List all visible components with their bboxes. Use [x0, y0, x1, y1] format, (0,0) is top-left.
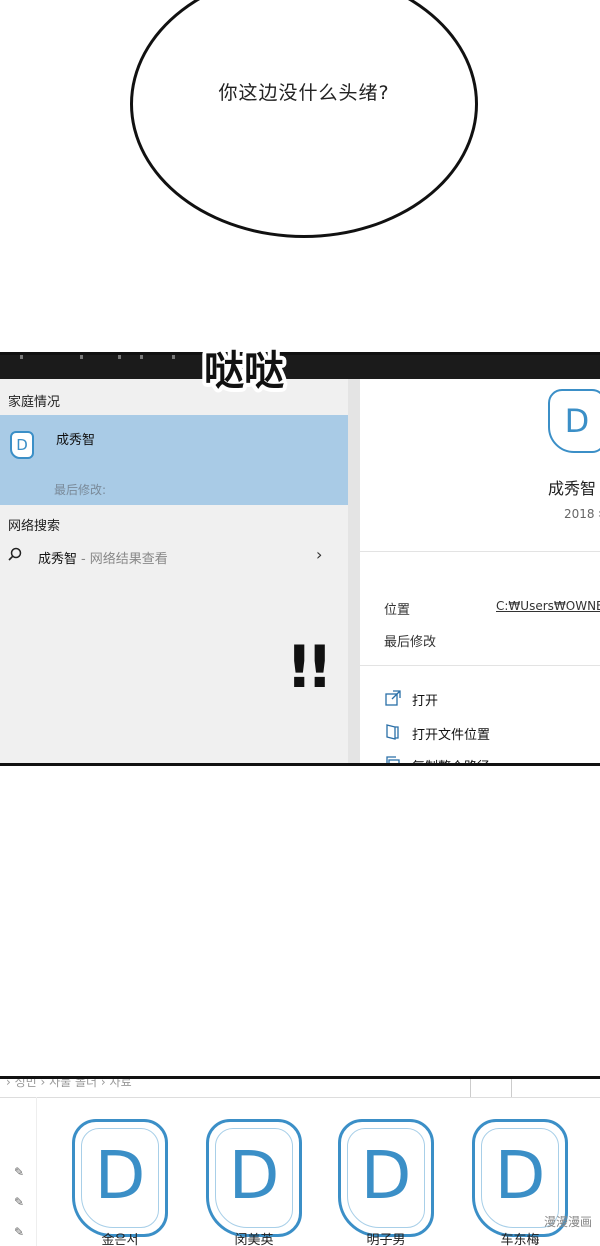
- sfx-tapping-text: 哒哒 哒哒: [200, 344, 288, 398]
- file-icon-d[interactable]: D: [72, 1119, 168, 1237]
- open-action[interactable]: 打开: [384, 689, 584, 709]
- exclamation-sfx: !!: [286, 633, 333, 701]
- copy-path-action[interactable]: 复制整个路径: [384, 755, 584, 763]
- refresh-button[interactable]: [470, 1079, 512, 1097]
- document-d-icon: D: [10, 431, 34, 459]
- search-results-panel: 家庭情况 D 成秀智 最后修改: 网络搜索 成秀智 - 网络结果查看 › !! D …: [0, 352, 600, 766]
- modified-label: 最后修改: [384, 635, 437, 650]
- file-explorer-panel: › 성민 › 사물 폴더 › 자료 ✎ ✎ ✎ D 金은서 D 闵美英 D 明子…: [0, 1076, 600, 1246]
- address-path: › 성민 › 사물 폴더 › 자료: [6, 1076, 132, 1089]
- pin-icon[interactable]: ✎: [14, 1225, 28, 1239]
- open-location-label: 打开文件位置: [412, 728, 491, 743]
- chevron-right-icon[interactable]: ›: [316, 545, 322, 564]
- location-path-link[interactable]: C:₩Users₩OWNE: [496, 599, 600, 613]
- file-label: 明子男: [366, 1233, 406, 1246]
- section-header-family: 家庭情况: [8, 395, 61, 410]
- web-result-separator: -: [81, 552, 86, 567]
- folder-open-icon: [386, 724, 399, 740]
- detail-name: 成秀智: [548, 479, 597, 498]
- file-label: 金은서: [101, 1233, 139, 1246]
- svg-text:哒哒: 哒哒: [204, 348, 284, 394]
- quick-access-nav: ✎ ✎ ✎: [0, 1097, 37, 1246]
- results-list: 家庭情况 D 成秀智 最后修改: 网络搜索 成秀智 - 网络结果查看 › !!: [0, 379, 348, 763]
- web-result-desc: 网络结果查看: [89, 552, 168, 567]
- best-match-name: 成秀智: [56, 433, 96, 448]
- web-search-result[interactable]: 成秀智 - 网络结果查看 ›: [0, 543, 348, 571]
- bubble-text: 你这边没什么头绪?: [218, 82, 390, 104]
- best-match-item[interactable]: D 成秀智 最后修改:: [0, 415, 348, 505]
- file-label: 车东梅: [500, 1233, 540, 1246]
- pin-icon[interactable]: ✎: [14, 1165, 28, 1179]
- file-icon-d[interactable]: D: [338, 1119, 434, 1237]
- best-match-modified: 最后修改:: [54, 483, 107, 497]
- detail-date: 2018 年: [564, 507, 600, 521]
- open-icon: [385, 690, 401, 706]
- open-action-label: 打开: [412, 694, 439, 709]
- document-d-icon-large: D: [548, 389, 600, 453]
- copy-path-label: 复制整个路径: [412, 756, 490, 763]
- copy-icon: [386, 756, 400, 763]
- watermark: 漫漫漫画: [543, 1215, 592, 1229]
- file-label: 闵美英: [234, 1233, 274, 1246]
- web-result-name: 成秀智: [38, 552, 78, 567]
- address-bar[interactable]: › 성민 › 사물 폴더 › 자료: [0, 1079, 600, 1098]
- pin-icon[interactable]: ✎: [14, 1195, 28, 1209]
- open-location-action[interactable]: 打开文件位置: [384, 723, 584, 743]
- location-label: 位置: [384, 603, 411, 618]
- speech-bubble: 你这边没什么头绪?: [130, 0, 478, 238]
- file-icon-d[interactable]: D: [206, 1119, 302, 1237]
- search-icon: [8, 547, 22, 561]
- detail-pane: D 成秀智 2018 年 位置 C:₩Users₩OWNE 最后修改 打开 打开…: [360, 379, 600, 763]
- section-header-web: 网络搜索: [8, 519, 61, 534]
